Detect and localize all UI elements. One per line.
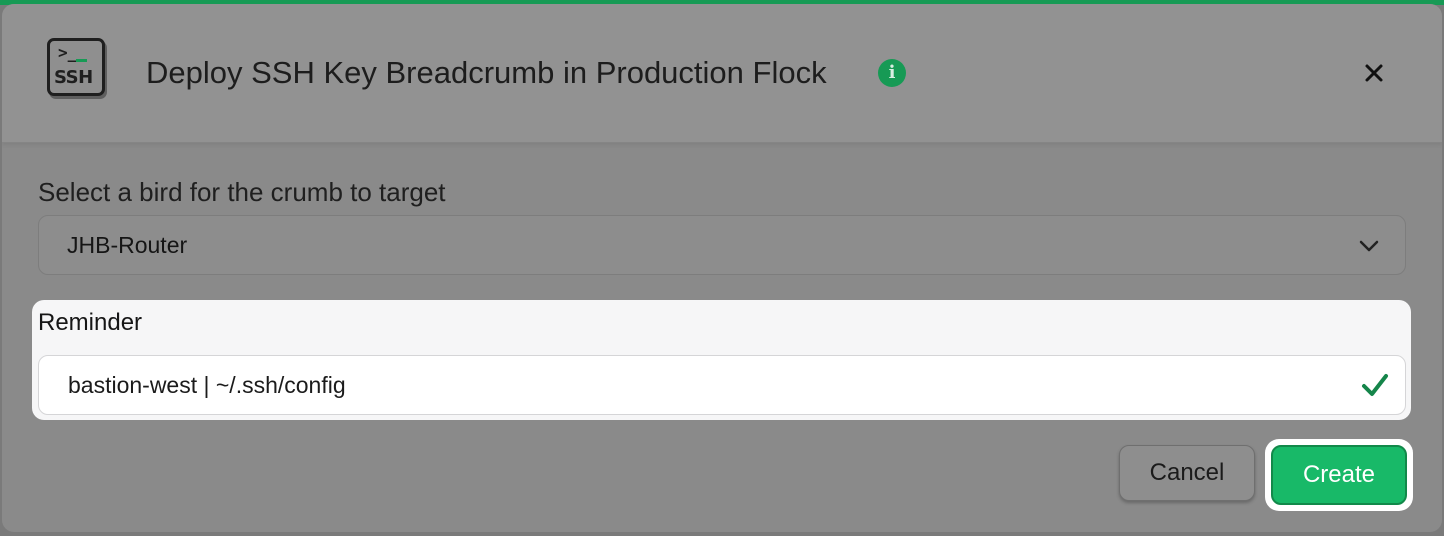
deploy-breadcrumb-dialog: >_ SSH Deploy SSH Key Breadcrumb in Prod… [2, 4, 1442, 532]
cancel-button[interactable]: Cancel [1119, 445, 1255, 501]
check-icon [1361, 372, 1389, 398]
reminder-field-group: Reminder bastion-west | ~/.ssh/config [32, 300, 1411, 420]
create-button[interactable]: Create [1271, 445, 1407, 505]
dialog-title: Deploy SSH Key Breadcrumb in Production … [146, 55, 827, 90]
target-select-label: Select a bird for the crumb to target [38, 177, 446, 207]
info-icon[interactable]: i [878, 59, 906, 87]
dialog-header: >_ SSH Deploy SSH Key Breadcrumb in Prod… [2, 4, 1442, 143]
target-bird-select[interactable]: JHB-Router [38, 215, 1406, 275]
reminder-input-value: bastion-west | ~/.ssh/config [68, 372, 346, 398]
ssh-icon-prompt: >_ [58, 43, 78, 62]
ssh-icon-cursor [76, 59, 87, 62]
close-icon-glyph [1365, 64, 1383, 82]
create-button-focus-ring: Create [1265, 439, 1413, 511]
target-bird-selected-value: JHB-Router [67, 232, 188, 258]
ssh-icon-label: SSH [54, 67, 93, 88]
ssh-terminal-icon: >_ SSH [47, 38, 105, 96]
reminder-input[interactable]: bastion-west | ~/.ssh/config [38, 355, 1406, 415]
close-icon[interactable] [1360, 59, 1388, 87]
chevron-down-icon [1357, 236, 1381, 256]
reminder-label: Reminder [38, 309, 143, 336]
